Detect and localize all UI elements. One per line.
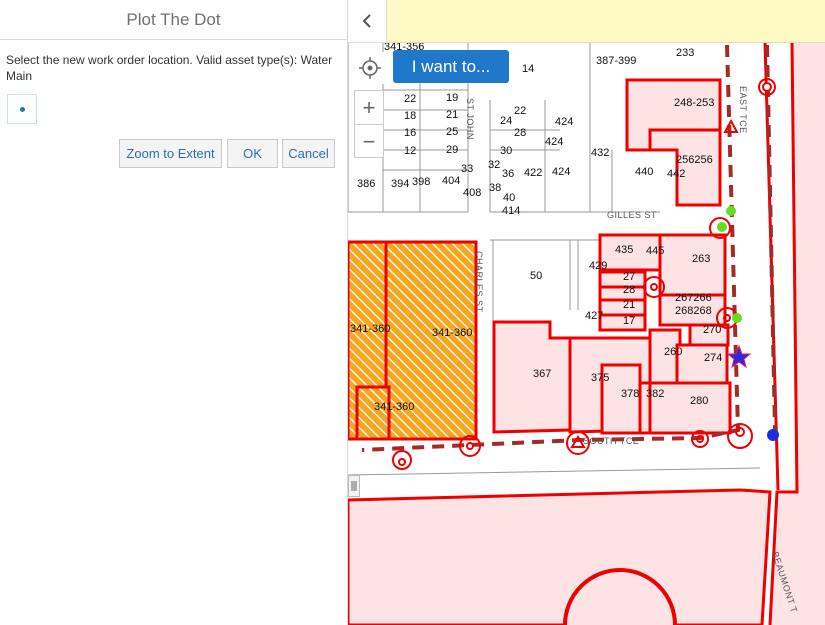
parcel-label: 38 — [489, 182, 501, 194]
parcel-label: 387-399 — [596, 55, 636, 67]
parcel-label: 260 — [664, 346, 682, 358]
parcel-label: 445 — [646, 245, 664, 257]
parcel-label: 341-360 — [432, 327, 472, 339]
parcel-label: 375 — [591, 372, 609, 384]
zoom-control: + − — [354, 90, 384, 158]
parcel-label: 22 — [404, 93, 416, 105]
parcel-label: 29 — [446, 144, 458, 156]
zoom-to-extent-button[interactable]: Zoom to Extent — [119, 139, 222, 168]
parcel-label: 341-360 — [350, 323, 390, 335]
locate-button[interactable] — [354, 52, 386, 84]
parcel-label: 424 — [545, 136, 563, 148]
parcel-label: 442 — [667, 168, 685, 180]
parcel-label: 414 — [502, 205, 520, 217]
parcel-label: 440 — [635, 166, 653, 178]
parcel-label: 429 — [589, 260, 607, 272]
parcel-label: 408 — [463, 187, 481, 199]
parcel-label: 267266 — [675, 292, 712, 304]
grip-icon — [351, 481, 357, 491]
parcel-label: 25 — [446, 126, 458, 138]
street-label: SOUTH TCE — [583, 436, 639, 446]
parcel-label: 268268 — [675, 305, 712, 317]
parcel-label: 16 — [404, 127, 416, 139]
east-parcel — [770, 42, 825, 625]
parcel-label: 17 — [623, 315, 635, 327]
point-tool-button[interactable] — [7, 94, 37, 124]
parcel-label: 28 — [514, 127, 526, 139]
map-banner — [387, 0, 825, 43]
parcel-label: 424 — [552, 166, 570, 178]
resize-handle[interactable] — [348, 475, 360, 497]
parcel-label: 22 — [514, 105, 526, 117]
parcel-label: 270 — [703, 324, 721, 336]
parcel-label: 18 — [404, 110, 416, 122]
parcel-label: 382 — [646, 388, 664, 400]
parcel-label: 14 — [522, 63, 534, 75]
panel-header: Plot The Dot — [0, 0, 347, 40]
street-label: GILLES ST — [607, 210, 657, 220]
street-label: CHARLES ST — [474, 251, 484, 313]
street-label: ST JOHN — [465, 98, 475, 140]
parcel-label: 424 — [555, 116, 573, 128]
parcel-label: 21 — [623, 299, 635, 311]
parcel-label: 24 — [500, 115, 512, 127]
map-view[interactable]: 341-356 14 387-399 233 22 19 18 21 16 25… — [348, 0, 825, 625]
parcel-label: 386 — [357, 178, 375, 190]
zoom-out-button[interactable]: − — [355, 125, 383, 158]
collapse-panel-button[interactable] — [348, 0, 387, 43]
south-parcel — [348, 488, 772, 625]
parcel-label: 256256 — [676, 154, 713, 166]
parcel-label: 19 — [446, 92, 458, 104]
parcel-label: 367 — [533, 368, 551, 380]
parcel-label: 233 — [676, 47, 694, 59]
parcel-label: 263 — [692, 253, 710, 265]
cancel-button[interactable]: Cancel — [282, 139, 335, 168]
parcel-label: 422 — [524, 167, 542, 179]
parcel-label: 28 — [623, 284, 635, 296]
panel-title: Plot The Dot — [126, 9, 221, 29]
parcel-label: 21 — [446, 109, 458, 121]
parcel-label: 435 — [615, 244, 633, 256]
parcel-label: 32 — [488, 159, 500, 171]
parcel-label: 30 — [500, 145, 512, 157]
parcel-label: 404 — [442, 175, 460, 187]
parcel-label: 36 — [502, 168, 514, 180]
parcel-label: 40 — [503, 192, 515, 204]
map-canvas[interactable]: 341-356 14 387-399 233 22 19 18 21 16 25… — [348, 0, 825, 625]
chevron-left-icon — [362, 14, 371, 28]
ok-button[interactable]: OK — [227, 139, 278, 168]
parcel-label: 432 — [591, 147, 609, 159]
selected-location-star-icon[interactable] — [726, 344, 752, 369]
parcel-label: 27 — [623, 271, 635, 283]
parcel-label: 341-360 — [374, 401, 414, 413]
parcel-label: 378 — [621, 388, 639, 400]
point-icon — [20, 107, 25, 112]
parcel-label: 12 — [404, 145, 416, 157]
i-want-to-button[interactable]: I want to... — [393, 50, 509, 83]
plot-the-dot-panel: Plot The Dot Select the new work order l… — [0, 0, 348, 625]
instructions-text: Select the new work order location. Vali… — [6, 53, 333, 83]
street-label: EAST TCE — [738, 86, 748, 134]
parcel-label: 427 — [585, 310, 603, 322]
parcel-label: 33 — [461, 163, 473, 175]
crosshair-icon — [359, 57, 381, 79]
parcel-label: 274 — [704, 352, 722, 364]
parcel-label: 248-253 — [674, 97, 714, 109]
zoom-in-button[interactable]: + — [355, 91, 383, 124]
parcel-label: 280 — [690, 395, 708, 407]
parcel-label: 394 — [391, 178, 409, 190]
parcel-label: 50 — [530, 270, 542, 282]
parcel-label: 398 — [412, 176, 430, 188]
